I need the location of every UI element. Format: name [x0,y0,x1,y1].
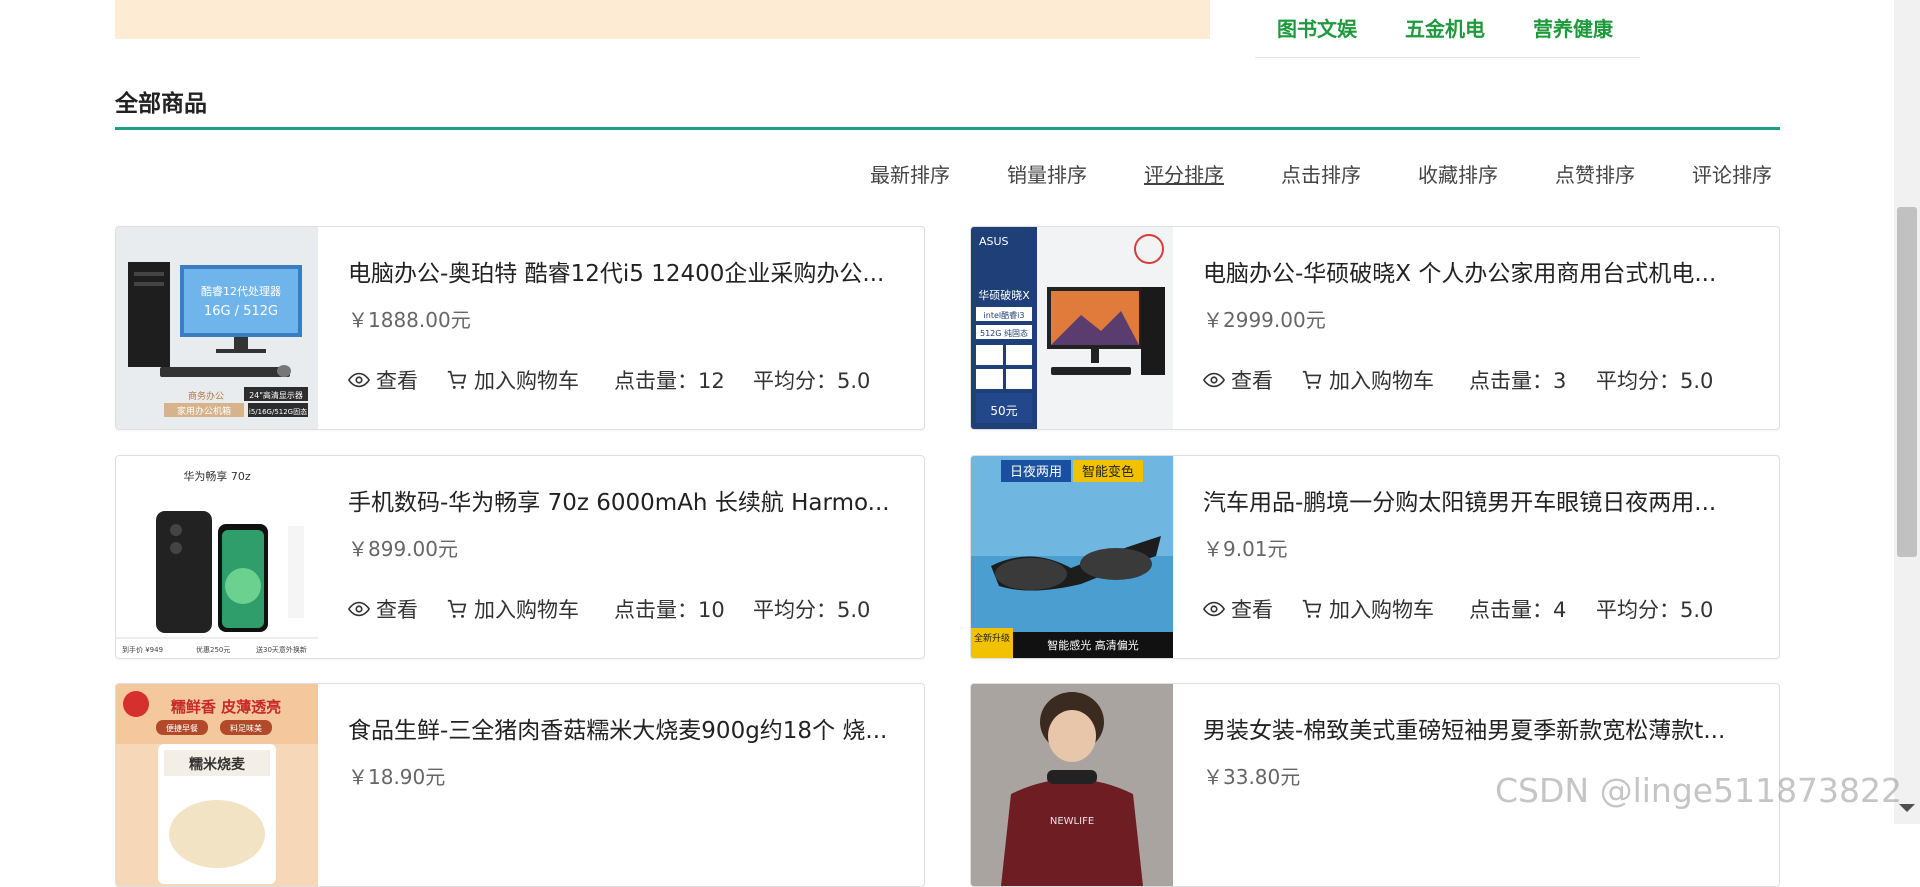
view-label: 查看 [376,369,418,393]
product-price: ￥18.90元 [348,765,446,789]
svg-text:24"高清显示器: 24"高清显示器 [249,390,303,400]
product-card[interactable]: 酷睿12代处理器 16G / 512G 24"高清显示器 商务办公 家用办公机箱… [115,226,925,430]
product-title[interactable]: 手机数码-华为畅享 70z 6000mAh 长续航 Harmo... [348,483,903,517]
category-link-health[interactable]: 营养健康 [1533,13,1613,42]
view-label: 查看 [1231,598,1273,622]
eye-icon [1203,372,1225,388]
svg-text:智能变色: 智能变色 [1082,464,1134,480]
product-card[interactable]: ASUS 华硕破晓X intel酷睿i3 512G 纯固态 50元 电脑办公-华… [970,226,1780,430]
product-image[interactable]: ASUS 华硕破晓X intel酷睿i3 512G 纯固态 50元 [971,227,1173,429]
svg-text:512G 纯固态: 512G 纯固态 [980,328,1028,338]
product-image[interactable]: NEWLIFE [971,684,1173,886]
add-to-cart-label: 加入购物车 [1329,598,1434,622]
sort-comments[interactable]: 评论排序 [1692,159,1772,188]
eye-icon [348,601,370,617]
sort-rating[interactable]: 评分排序 [1144,159,1224,188]
add-to-cart-button[interactable]: 加入购物车 [446,365,579,395]
svg-text:i5/16G/512G固态: i5/16G/512G固态 [249,407,307,416]
sort-likes[interactable]: 点赞排序 [1555,159,1635,188]
average-rating: 平均分：5.0 [753,598,871,622]
product-title[interactable]: 食品生鲜-三全猪肉香菇糯米大烧麦900g约18个 烧... [348,711,903,745]
product-card[interactable]: 日夜两用 智能变色 全新升级 智能感光 高清偏光 汽车用品-鹏境一分购太阳镜男开… [970,455,1780,659]
eye-icon [1203,601,1225,617]
view-button[interactable]: 查看 [1203,594,1273,624]
svg-text:料足味美: 料足味美 [230,723,262,733]
cart-icon [1302,370,1322,389]
svg-text:优惠250元: 优惠250元 [196,645,230,654]
svg-text:糯鲜香 皮薄透亮: 糯鲜香 皮薄透亮 [171,698,281,716]
product-price: ￥33.80元 [1203,765,1301,789]
cart-icon [447,599,467,618]
product-price: ￥1888.00元 [348,308,471,332]
svg-text:日夜两用: 日夜两用 [1010,465,1062,480]
cart-icon [1302,599,1322,618]
add-to-cart-label: 加入购物车 [474,369,579,393]
svg-text:全新升级: 全新升级 [974,632,1010,644]
view-button[interactable]: 查看 [348,594,418,624]
sort-newest[interactable]: 最新排序 [870,159,950,188]
sort-clicks[interactable]: 点击排序 [1281,159,1361,188]
svg-text:50元: 50元 [990,404,1017,418]
svg-text:intel酷睿i3: intel酷睿i3 [984,310,1025,320]
eye-icon [348,372,370,388]
svg-text:到手价 ¥949: 到手价 ¥949 [122,645,163,654]
product-title[interactable]: 男装女装-棉致美式重磅短袖男夏季新款宽松薄款t... [1203,711,1758,745]
svg-text:商务办公: 商务办公 [188,390,224,402]
view-label: 查看 [376,598,418,622]
click-count: 点击量：12 [614,369,725,393]
product-price: ￥2999.00元 [1203,308,1326,332]
view-button[interactable]: 查看 [1203,365,1273,395]
click-count: 点击量：10 [614,598,725,622]
product-price: ￥899.00元 [348,537,458,561]
view-button[interactable]: 查看 [348,365,418,395]
svg-text:ASUS: ASUS [979,235,1009,248]
category-link-books[interactable]: 图书文娱 [1277,13,1357,42]
svg-text:便捷早餐: 便捷早餐 [166,723,198,733]
average-rating: 平均分：5.0 [1596,598,1714,622]
cart-icon [447,370,467,389]
svg-text:家用办公机箱: 家用办公机箱 [177,405,231,417]
product-image[interactable]: 酷睿12代处理器 16G / 512G 24"高清显示器 商务办公 家用办公机箱… [116,227,318,429]
add-to-cart-label: 加入购物车 [474,598,579,622]
product-card[interactable]: 华为畅享 70z 到手价 ¥949 优惠250元 送30天意外换新 手机数码-华… [115,455,925,659]
product-image[interactable]: 日夜两用 智能变色 全新升级 智能感光 高清偏光 [971,456,1173,658]
watermark: CSDN @linge511873822 [1495,771,1903,810]
click-count: 点击量：3 [1469,369,1567,393]
svg-text:送30天意外换新: 送30天意外换新 [256,645,307,654]
category-link-hardware[interactable]: 五金机电 [1405,13,1485,42]
add-to-cart-button[interactable]: 加入购物车 [1301,365,1434,395]
section-divider [115,127,1780,130]
product-image[interactable]: 糯鲜香 皮薄透亮 便捷早餐 料足味美 糯米烧麦 [116,684,318,886]
average-rating: 平均分：5.0 [1596,369,1714,393]
view-label: 查看 [1231,369,1273,393]
svg-text:华硕破晓X: 华硕破晓X [978,288,1030,302]
svg-text:酷睿12代处理器: 酷睿12代处理器 [201,284,281,298]
svg-text:华为畅享 70z: 华为畅享 70z [183,469,250,483]
sort-favorites[interactable]: 收藏排序 [1418,159,1498,188]
svg-text:16G / 512G: 16G / 512G [204,304,278,319]
add-to-cart-button[interactable]: 加入购物车 [1301,594,1434,624]
product-title[interactable]: 电脑办公-奥珀特 酷睿12代i5 12400企业采购办公... [348,254,903,288]
click-count: 点击量：4 [1469,598,1567,622]
scrollbar-thumb[interactable] [1897,207,1917,557]
svg-text:智能感光 高清偏光: 智能感光 高清偏光 [1047,638,1139,652]
svg-text:NEWLIFE: NEWLIFE [1050,816,1094,827]
product-title[interactable]: 汽车用品-鹏境一分购太阳镜男开车眼镜日夜两用... [1203,483,1758,517]
product-image[interactable]: 华为畅享 70z 到手价 ¥949 优惠250元 送30天意外换新 [116,456,318,658]
top-banner [115,0,1210,39]
product-title[interactable]: 电脑办公-华硕破晓X 个人办公家用商用台式机电... [1203,254,1758,288]
add-to-cart-label: 加入购物车 [1329,369,1434,393]
add-to-cart-button[interactable]: 加入购物车 [446,594,579,624]
product-price: ￥9.01元 [1203,537,1288,561]
product-card[interactable]: 糯鲜香 皮薄透亮 便捷早餐 料足味美 糯米烧麦 食品生鲜-三全猪肉香菇糯米大烧麦… [115,683,925,887]
section-title: 全部商品 [115,91,207,117]
category-box: 图书文娱 五金机电 营养健康 [1255,0,1640,58]
svg-text:糯米烧麦: 糯米烧麦 [189,756,246,773]
sort-sales[interactable]: 销量排序 [1007,159,1087,188]
average-rating: 平均分：5.0 [753,369,871,393]
